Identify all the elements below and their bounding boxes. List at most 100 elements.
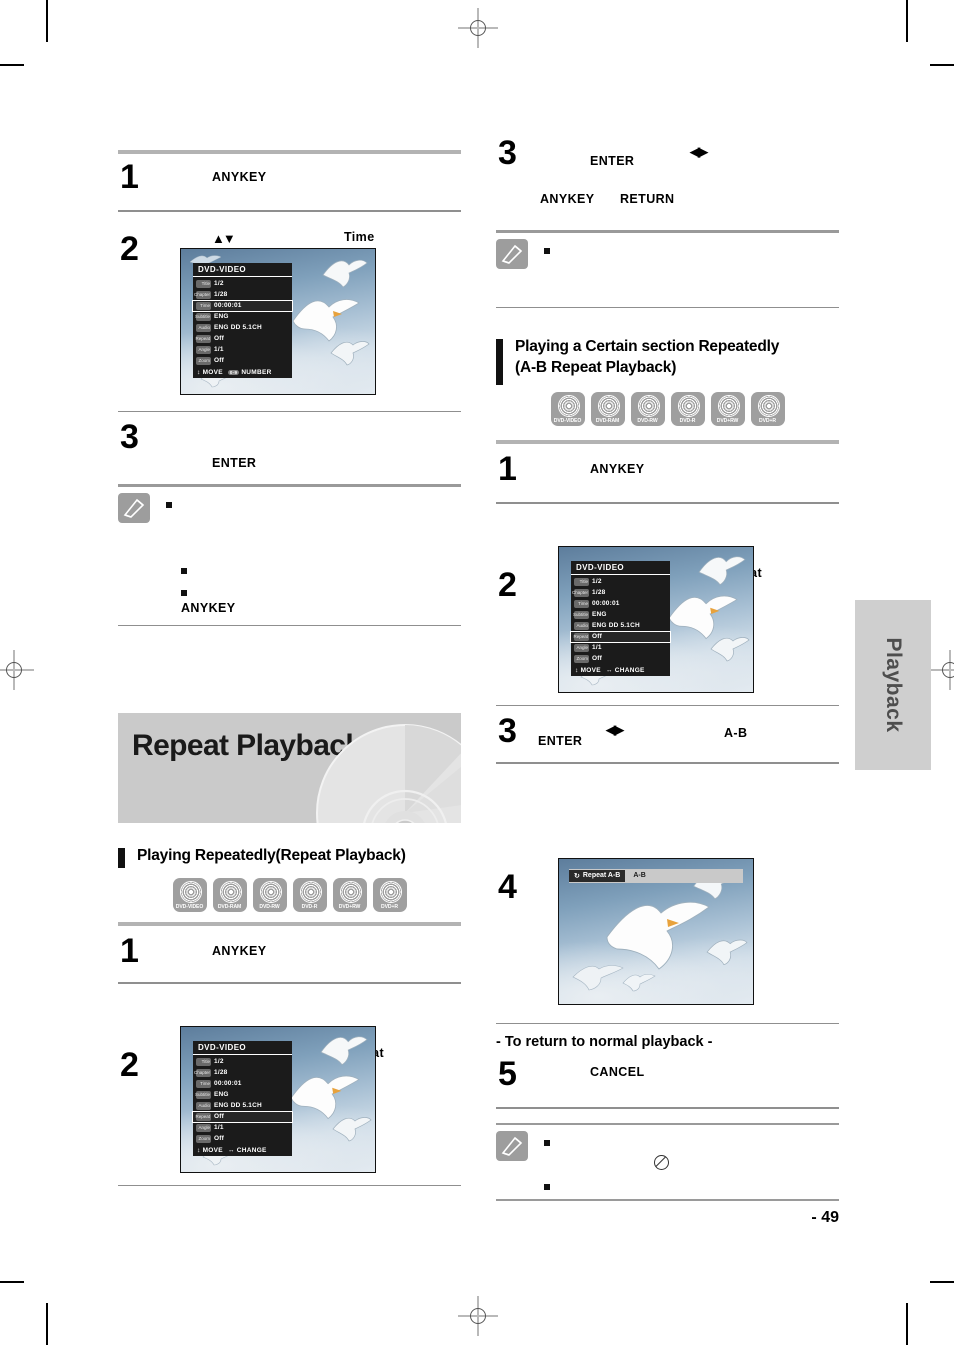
- note-spacer: [166, 517, 461, 561]
- zoom-icon: Zoom: [196, 1134, 211, 1143]
- disc-icon-dvd-video: DVD-VIDEO: [172, 878, 207, 912]
- divider: [118, 1184, 461, 1186]
- bullet-square: [544, 1140, 550, 1146]
- disc-label: DVD-VIDEO: [553, 418, 582, 424]
- osd-value: Off: [214, 1135, 224, 1142]
- disc-icon-dvd-plus-r: DVD+R: [372, 878, 407, 912]
- osd-value: Off: [592, 633, 602, 640]
- osd-row-subtitle[interactable]: Subtitle ENG: [193, 312, 292, 322]
- disc-icon-dvd-plus-r: DVD+R: [750, 392, 785, 426]
- osd-row-list: Title 1/2 Chapter 1/28 Time 00:00:01 Subtit…: [192, 1055, 293, 1144]
- osd-row-title[interactable]: Title 1/2: [193, 1057, 292, 1067]
- disc-label: DVD-VIDEO: [175, 904, 204, 910]
- divider: [496, 1022, 839, 1024]
- title-icon: Title: [196, 279, 211, 288]
- bullet-square: [544, 1184, 550, 1190]
- osd-value: 1/28: [592, 589, 606, 596]
- step-number: 2: [120, 1045, 139, 1084]
- osd-row-zoom[interactable]: Zoom Off: [193, 356, 292, 366]
- note-bullet-line: [181, 561, 461, 583]
- chapter-icon: Chapter: [571, 588, 589, 597]
- page-footer: - 49: [496, 1199, 839, 1227]
- crop-mark-br-h: [930, 1281, 954, 1283]
- step-row: 2 ▲▼ Repeat DVD-VIDEO Title1/2 Chapter1/…: [118, 1025, 461, 1173]
- osd-row-subtitle[interactable]: Subtitle ENG: [571, 610, 670, 620]
- updown-icon: ↕: [197, 368, 201, 376]
- osd-row-subtitle[interactable]: Subtitle ENG: [193, 1090, 292, 1100]
- disc-label: DVD-RW: [637, 418, 658, 424]
- step-number: 2: [498, 565, 517, 604]
- osd-screenshot-time: DVD-VIDEO Title 1/2 Chapter 1/28 Time 00:00…: [180, 247, 376, 395]
- osd-panel: DVD-VIDEO Title 1/2 Chapter 1/28 Time 00:00…: [570, 560, 671, 676]
- disc-label: DVD+R: [759, 418, 776, 424]
- osd-row-repeat[interactable]: Repeat Off: [570, 630, 671, 643]
- step-key-anykey: ANYKEY: [540, 192, 595, 206]
- osd-row-chapter[interactable]: Chapter 1/28: [193, 1068, 292, 1078]
- osd-row-zoom[interactable]: Zoom Off: [193, 1134, 292, 1144]
- osd-row-title[interactable]: Title 1/2: [193, 279, 292, 289]
- osd-row-repeat[interactable]: Repeat Off: [193, 334, 292, 344]
- osd-row-time[interactable]: Time 00:00:01: [192, 299, 293, 312]
- disc-icon-dvd-ram: DVD-RAM: [590, 392, 625, 426]
- disc-ring-icon: [677, 395, 700, 417]
- osd-row-angle[interactable]: Angle 1/1: [193, 1123, 292, 1133]
- subtitle-icon: Subtitle: [572, 610, 589, 619]
- disc-ring-icon: [379, 881, 402, 903]
- osd-row-title[interactable]: Title 1/2: [571, 577, 670, 587]
- osd-value: ENG DD 5.1CH: [214, 324, 262, 331]
- chapter-icon: Chapter: [193, 290, 211, 299]
- note-body: ANYKEY: [166, 487, 461, 621]
- osd-row-time[interactable]: Time 00:00:01: [571, 599, 670, 609]
- ab-overlay-value: A-B: [633, 872, 646, 879]
- step-key-cancel: CANCEL: [590, 1065, 645, 1079]
- osd-row-audio[interactable]: Audio ENG DD 5.1CH: [193, 1101, 292, 1111]
- osd-value: 00:00:01: [592, 600, 620, 607]
- audio-icon: Audio: [196, 1101, 211, 1110]
- osd-row-chapter[interactable]: Chapter 1/28: [193, 290, 292, 300]
- osd-value: 1/2: [214, 1058, 224, 1065]
- step-row: 2 ▲▼ Repeat DVD-VIDEO Title1/2 Chapter1/…: [496, 545, 839, 693]
- crop-mark-bl-h: [0, 1281, 24, 1283]
- osd-row-time[interactable]: Time 00:00:01: [193, 1079, 292, 1089]
- disc-label: DVD+R: [381, 904, 398, 910]
- step-key-anykey: ANYKEY: [590, 462, 645, 476]
- step-key-time: Time: [344, 229, 375, 244]
- time-icon: Time: [574, 599, 589, 608]
- osd-row-audio[interactable]: Audio ENG DD 5.1CH: [193, 323, 292, 333]
- note-key-anykey: ANYKEY: [181, 600, 236, 615]
- osd-value: Off: [214, 357, 224, 364]
- note-block: [496, 233, 839, 307]
- osd-row-angle[interactable]: Angle 1/1: [193, 345, 292, 355]
- note-body: [544, 233, 839, 263]
- seagull: [329, 337, 371, 367]
- crop-mark-tr-v: [906, 0, 908, 42]
- osd-footer-change: ↔ CHANGE: [228, 1147, 267, 1154]
- side-tab-playback: Playback: [855, 600, 931, 770]
- disc-type-row-ab: DVD-VIDEO DVD-RAM DVD-RW DVD-R DVD+RW DV…: [496, 392, 839, 426]
- heading-accent-bar: [118, 848, 125, 868]
- step-row: 5 CANCEL: [496, 1055, 839, 1107]
- step-number: 1: [498, 450, 517, 488]
- osd-row-repeat[interactable]: Repeat Off: [192, 1110, 293, 1123]
- osd-row-angle[interactable]: Angle 1/1: [571, 643, 670, 653]
- bullet-square: [181, 589, 187, 596]
- crop-mark-tl-v: [46, 0, 48, 42]
- disc-ring-icon: [179, 881, 202, 903]
- note-pencil-icon: [118, 492, 150, 523]
- crop-mark-br-v: [906, 1303, 908, 1345]
- subtitle-icon: Subtitle: [194, 312, 211, 321]
- divider: [496, 502, 839, 504]
- disc-label: DVD+RW: [716, 418, 739, 424]
- step-number: 2: [120, 229, 139, 268]
- step-key-updown: ▲▼: [212, 230, 236, 246]
- osd-disc-type: DVD-VIDEO: [193, 262, 292, 277]
- osd-row-list: Title 1/2 Chapter 1/28 Time 00:00:01 Subtit…: [192, 277, 293, 366]
- registration-mark-top: [458, 8, 498, 48]
- osd-row-chapter[interactable]: Chapter 1/28: [571, 588, 670, 598]
- note-pencil-icon: [496, 1131, 528, 1161]
- return-to-normal-label: - To return to normal playback -: [496, 1034, 713, 1050]
- osd-row-audio[interactable]: Audio ENG DD 5.1CH: [571, 621, 670, 631]
- note-bullet-line: [544, 1133, 839, 1155]
- osd-row-zoom[interactable]: Zoom Off: [571, 654, 670, 664]
- seagull: [319, 1031, 369, 1067]
